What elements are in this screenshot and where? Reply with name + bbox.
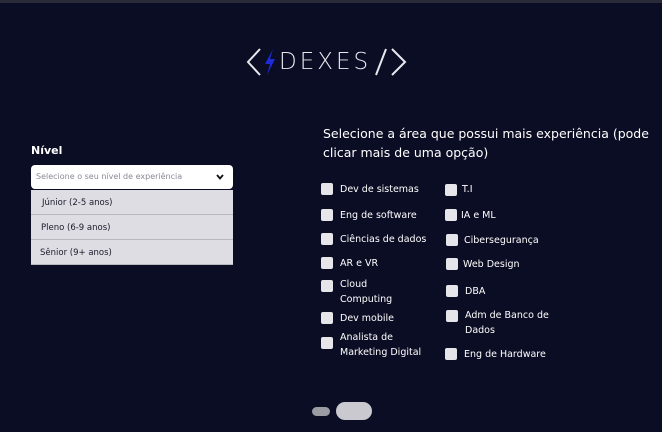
checkbox-label: DBA — [465, 286, 486, 297]
checkbox[interactable] — [321, 209, 333, 221]
pagination-dot-1[interactable] — [312, 406, 330, 416]
top-border — [0, 0, 662, 3]
checkbox[interactable] — [446, 234, 458, 246]
checkbox-label: Cloud Computing — [340, 279, 393, 305]
area-checkbox-adm-banco-dados[interactable]: Adm de Banco de Dados — [446, 308, 565, 338]
area-checkbox-dev-mobile[interactable]: Dev mobile — [321, 311, 394, 326]
checkbox-label: Analista de Marketing Digital — [340, 332, 422, 358]
checkbox[interactable] — [446, 285, 458, 297]
area-checkbox-dev-sistemas[interactable]: Dev de sistemas — [321, 182, 419, 197]
checkbox[interactable] — [445, 209, 457, 221]
area-checkbox-eng-software[interactable]: Eng de software — [321, 208, 417, 223]
checkbox[interactable] — [445, 184, 457, 196]
checkbox[interactable] — [321, 233, 333, 245]
checkbox[interactable] — [445, 348, 457, 360]
area-checkbox-cloud[interactable]: Cloud Computing — [321, 277, 415, 307]
logo: DEXES — [246, 44, 408, 80]
checkbox[interactable] — [321, 257, 333, 269]
nivel-label: Nível — [31, 144, 63, 157]
nivel-select[interactable]: Selecione o seu nível de experiência — [31, 165, 233, 189]
checkbox-label: T.I — [462, 184, 473, 195]
checkbox[interactable] — [321, 183, 333, 195]
left-angle-icon — [246, 48, 261, 76]
lightning-icon — [265, 49, 275, 75]
checkbox-label: Cibersegurança — [464, 235, 539, 246]
checkbox-label: IA e ML — [461, 210, 496, 221]
checkbox-label: Ciências de dados — [340, 234, 427, 245]
nivel-option-pleno[interactable]: Pleno (6-9 anos) — [31, 215, 233, 240]
checkbox-label: Web Design — [463, 259, 520, 270]
area-checkbox-ciberseguranca[interactable]: Cibersegurança — [446, 233, 539, 248]
nivel-option-junior[interactable]: Júnior (2-5 anos) — [31, 190, 233, 215]
logo-text: DEXES — [279, 49, 372, 75]
area-checkbox-dba[interactable]: DBA — [446, 284, 485, 299]
checkbox[interactable] — [446, 310, 458, 322]
area-checkbox-web-design[interactable]: Web Design — [446, 257, 520, 272]
checkbox-label: Adm de Banco de Dados — [465, 310, 549, 336]
area-checkbox-ar-vr[interactable]: AR e VR — [321, 256, 378, 271]
checkbox[interactable] — [321, 280, 333, 292]
nivel-option-senior[interactable]: Sênior (9+ anos) — [31, 240, 233, 265]
pagination-dots — [312, 402, 372, 420]
slash-right-angle-icon — [375, 48, 407, 76]
chevron-down-icon — [216, 174, 224, 180]
nivel-dropdown: Júnior (2-5 anos) Pleno (6-9 anos) Sênio… — [31, 190, 233, 265]
checkbox-label: Eng de Hardware — [464, 349, 546, 360]
area-checkbox-ia-ml[interactable]: IA e ML — [445, 208, 496, 223]
area-checkbox-marketing[interactable]: Analista de Marketing Digital — [321, 330, 440, 360]
checkbox-label: Dev mobile — [340, 313, 395, 324]
checkbox-label: AR e VR — [340, 258, 379, 269]
checkbox-label: Dev de sistemas — [340, 184, 419, 195]
checkbox[interactable] — [446, 258, 458, 270]
pagination-dot-2-active[interactable] — [336, 402, 372, 420]
area-question: Selecione a área que possui mais experiê… — [323, 126, 649, 160]
area-checkbox-ti[interactable]: T.I — [445, 182, 473, 197]
nivel-select-placeholder: Selecione o seu nível de experiência — [36, 172, 183, 181]
area-checkbox-eng-hardware[interactable]: Eng de Hardware — [445, 347, 546, 362]
checkbox[interactable] — [321, 337, 333, 349]
area-checkbox-ciencias-dados[interactable]: Ciências de dados — [321, 232, 426, 247]
checkbox-label: Eng de software — [340, 210, 417, 221]
checkbox[interactable] — [321, 312, 333, 324]
